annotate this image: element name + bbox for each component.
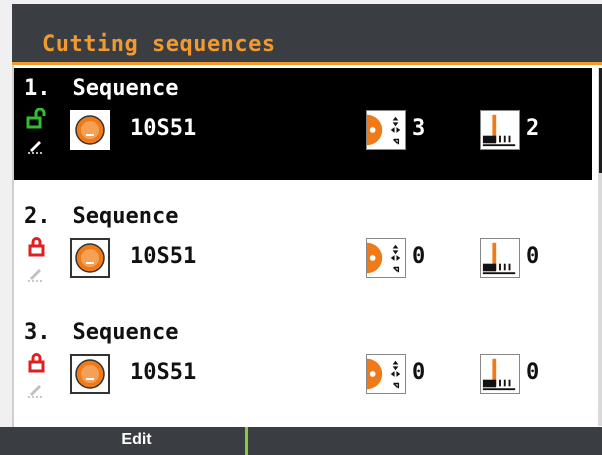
sequence-title: 2. Sequence <box>24 204 178 229</box>
title-bar: Cutting sequences <box>12 4 602 62</box>
saw-disc-icon <box>70 238 110 278</box>
sequence-position-icon <box>366 354 406 394</box>
sequence-name: Sequence <box>72 204 179 229</box>
page-title: Cutting sequences <box>42 32 276 57</box>
saw-disc-icon <box>70 110 110 150</box>
sequence-item[interactable]: 2. Sequence 10S51 0 0 <box>14 196 592 308</box>
position-count: 3 <box>412 116 426 141</box>
lock-icon[interactable] <box>26 352 48 374</box>
sequence-position-icon <box>366 110 406 150</box>
sequence-position-icon <box>366 238 406 278</box>
unlock-icon[interactable] <box>26 108 48 130</box>
bar-count: 0 <box>526 244 540 269</box>
material-label: 10S51 <box>130 116 197 141</box>
sequence-index: 3. <box>24 320 51 345</box>
material-label: 10S51 <box>130 244 197 269</box>
sequence-item[interactable]: 3. Sequence 10S51 0 0 <box>14 312 592 424</box>
sequence-index: 1. <box>24 76 51 101</box>
pencil-icon[interactable] <box>26 264 44 282</box>
bar-level-icon <box>480 354 520 394</box>
sequence-name: Sequence <box>72 76 179 101</box>
sequence-name: Sequence <box>72 320 179 345</box>
pencil-icon[interactable] <box>26 380 44 398</box>
position-count: 0 <box>412 244 426 269</box>
bar-level-icon <box>480 238 520 278</box>
position-count: 0 <box>412 360 426 385</box>
bar-level-icon <box>480 110 520 150</box>
bar-count: 0 <box>526 360 540 385</box>
sequence-title: 1. Sequence <box>24 76 178 101</box>
bar-count: 2 <box>526 116 540 141</box>
sequence-index: 2. <box>24 204 51 229</box>
pencil-icon[interactable] <box>26 136 44 154</box>
sequence-item[interactable]: 1. Sequence 10S51 3 2 <box>14 68 592 180</box>
material-label: 10S51 <box>130 360 197 385</box>
sequence-title: 3. Sequence <box>24 320 178 345</box>
lock-icon[interactable] <box>26 236 48 258</box>
screen: Cutting sequences 1. Sequence 10S51 3 2 … <box>0 0 602 455</box>
edit-button[interactable]: Edit <box>28 427 248 455</box>
saw-disc-icon <box>70 354 110 394</box>
